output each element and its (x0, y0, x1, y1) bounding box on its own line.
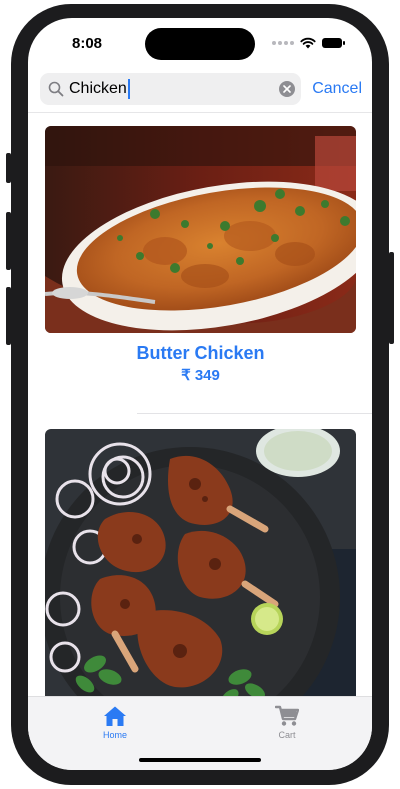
tab-home[interactable]: Home (85, 705, 145, 740)
tab-home-label: Home (102, 730, 127, 740)
phone-screen: 8:08 Chicken Cancel Butter Chicken ₹ 349… (28, 18, 372, 770)
power-button (389, 252, 394, 344)
battery-icon (322, 38, 345, 48)
search-input[interactable]: Chicken (69, 79, 130, 99)
cancel-button[interactable]: Cancel (312, 80, 362, 98)
list-item[interactable]: Butter Chicken ₹ 349 (45, 126, 356, 384)
wifi-icon (300, 37, 316, 49)
house-icon (104, 706, 126, 726)
volume-down-button (6, 287, 11, 345)
results-list[interactable]: Butter Chicken ₹ 349 (28, 113, 372, 696)
volume-up-button (6, 212, 11, 270)
home-indicator (139, 758, 261, 762)
text-caret (127, 79, 130, 99)
status-time: 8:08 (72, 35, 103, 52)
food-image (45, 126, 356, 333)
search-field[interactable]: Chicken (40, 73, 302, 105)
list-item[interactable] (45, 429, 356, 696)
item-price: ₹ 349 (181, 367, 220, 384)
item-title: Butter Chicken (136, 343, 265, 363)
tab-cart-label: Cart (278, 730, 296, 740)
silent-switch (6, 153, 11, 183)
dynamic-island (145, 28, 255, 60)
status-icons (272, 37, 345, 49)
search-bar-row: Chicken Cancel (40, 72, 362, 106)
tab-cart[interactable]: Cart (257, 705, 317, 740)
cellular-signal-icon (272, 41, 294, 45)
food-image (45, 429, 356, 696)
clear-search-button[interactable] (279, 81, 296, 97)
row-separator (137, 413, 372, 414)
search-icon (48, 81, 64, 97)
search-query-text: Chicken (69, 80, 127, 97)
cart-icon (275, 705, 299, 726)
close-icon (283, 85, 291, 93)
